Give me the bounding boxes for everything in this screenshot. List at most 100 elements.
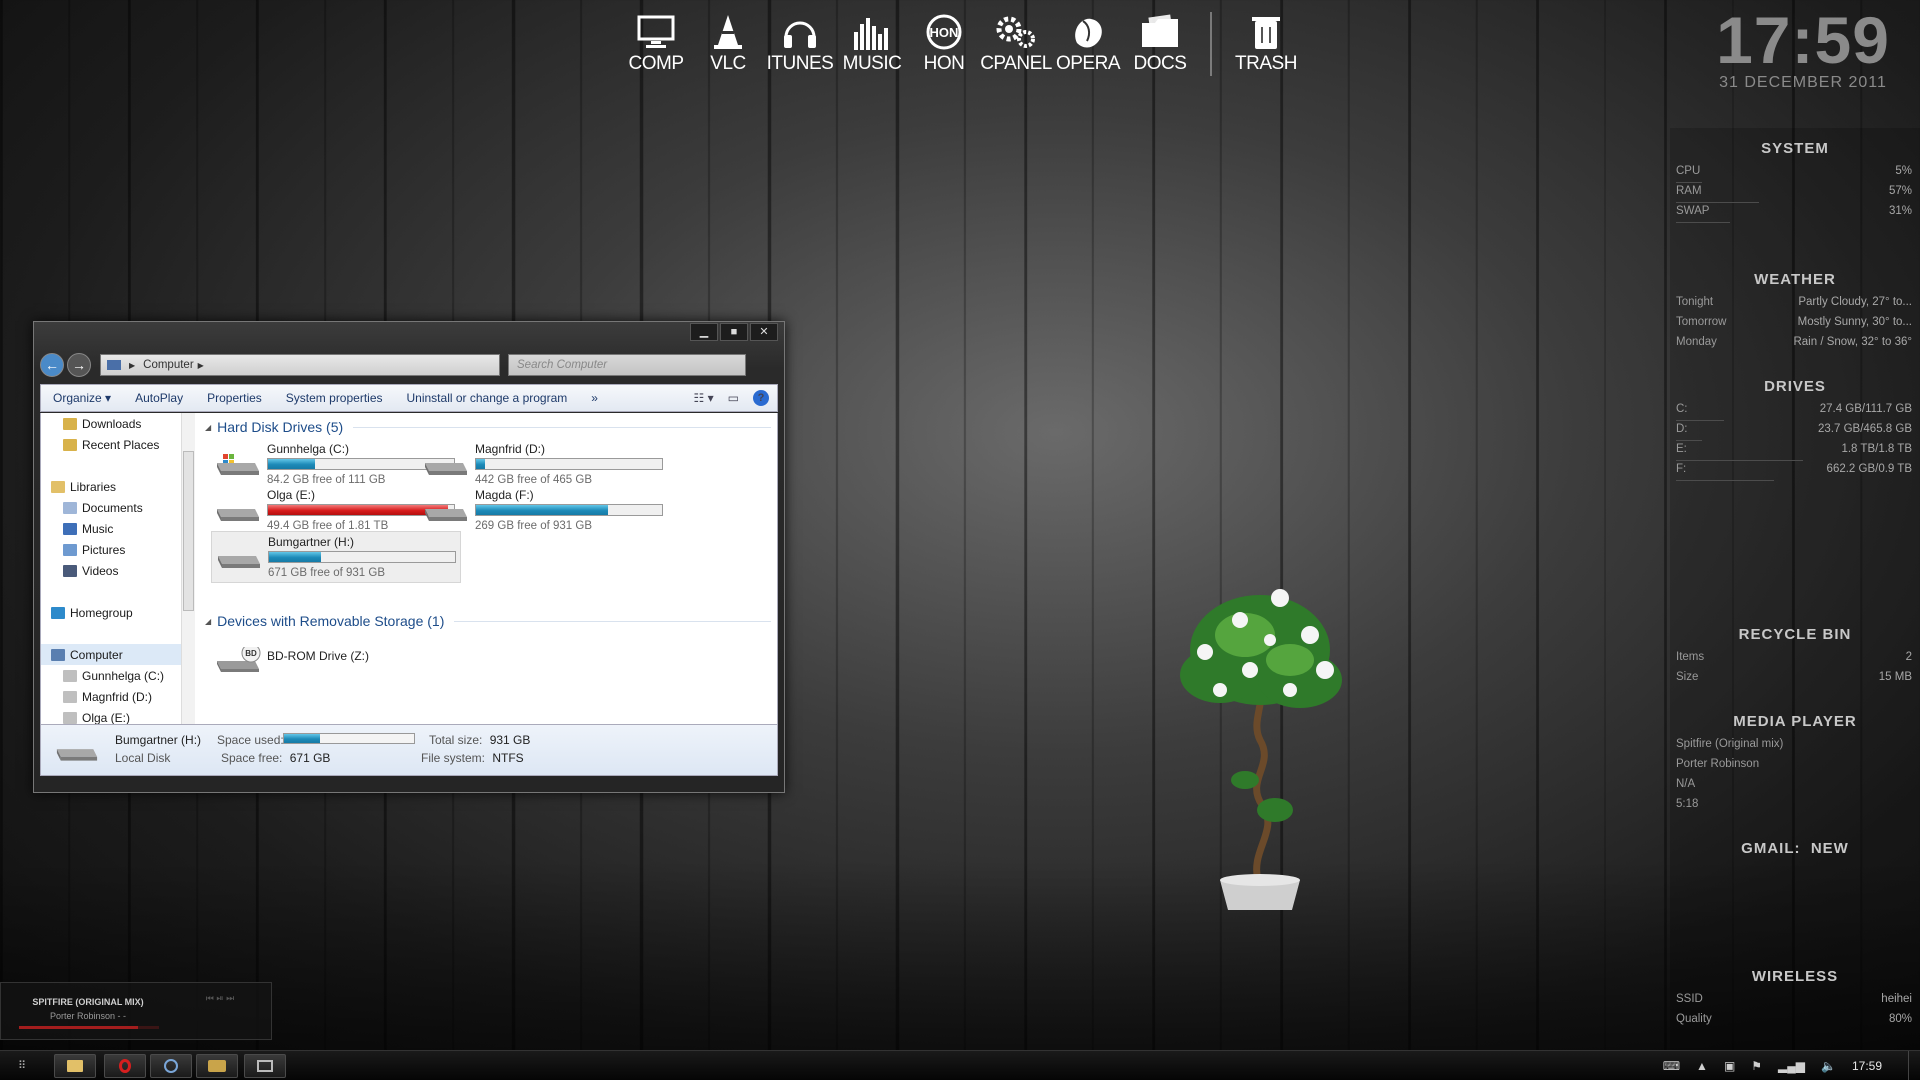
drive-tile[interactable]: Magnfrid (D:) 442 GB free of 465 GB (419, 439, 669, 491)
collapse-triangle-icon[interactable]: ◢ (205, 617, 211, 626)
collapse-triangle-icon[interactable]: ◢ (205, 423, 211, 432)
panel-row-value: heihei (1881, 993, 1912, 1005)
drive-usage-bar (268, 551, 456, 563)
forward-arrow-icon[interactable]: → (67, 353, 91, 377)
organize-menu[interactable]: Organize ▾ (41, 391, 123, 405)
nav-item-music[interactable]: Music (41, 518, 181, 539)
dock-opera[interactable]: OPERA (1052, 12, 1124, 75)
dock-cpanel[interactable]: CPANEL (980, 12, 1052, 75)
taskbar-hon-button[interactable] (196, 1054, 238, 1078)
hdd-group-header[interactable]: ◢ Hard Disk Drives (5) (203, 415, 777, 439)
opera-icon (1052, 12, 1124, 52)
drive-free-space: 269 GB free of 931 GB (475, 520, 592, 532)
nav-item-pictures[interactable]: Pictures (41, 539, 181, 560)
nav-item-documents[interactable]: Documents (41, 497, 181, 518)
taskbar-explorer-button[interactable] (54, 1054, 96, 1078)
keyboard-icon[interactable]: ⌨ (1663, 1059, 1680, 1073)
hard-drive-icon (425, 509, 467, 521)
breadcrumb-computer[interactable]: Computer (143, 359, 194, 371)
taskbar-app-button[interactable] (150, 1054, 192, 1078)
dock-hon[interactable]: HON HON (908, 12, 980, 75)
nav-item-icon (63, 543, 77, 556)
nav-item-libraries[interactable]: Libraries (41, 476, 181, 497)
drive-usage-fill (268, 459, 315, 469)
back-arrow-icon[interactable]: ← (40, 353, 64, 377)
panel-row-value: 31% (1888, 205, 1912, 217)
view-options-icon[interactable]: ☷ ▾ (694, 391, 714, 405)
close-button[interactable]: ✕ (750, 323, 778, 341)
maximize-button[interactable]: ■ (720, 323, 748, 341)
nav-item-homegroup[interactable]: Homegroup (41, 602, 181, 623)
drive-tile[interactable]: Magda (F:) 269 GB free of 931 GB (419, 485, 669, 537)
show-hidden-icons-arrow-icon[interactable]: ▲ (1696, 1059, 1708, 1073)
more-commands-button[interactable]: » (579, 391, 610, 405)
bd-rom-drive[interactable]: BD BD-ROM Drive (Z:) (211, 633, 461, 685)
bonsai-plant-image (1180, 589, 1342, 910)
mini-player-controls[interactable]: ⏮ ⏯ ⏭ (177, 993, 263, 1033)
dock-music[interactable]: MUSIC (836, 12, 908, 75)
nav-item-computer[interactable]: Computer (41, 644, 181, 665)
panel-row-meter (1676, 202, 1759, 203)
nav-item-gunnhelga-c[interactable]: Gunnhelga (C:) (41, 665, 181, 686)
autoplay-button[interactable]: AutoPlay (123, 391, 195, 405)
wood-floor (0, 860, 1920, 1050)
dock-vlc[interactable]: VLC (692, 12, 764, 75)
nav-scrollbar[interactable] (181, 413, 195, 724)
dock-itunes[interactable]: ITUNES (764, 12, 836, 75)
file-system-label: File system: (421, 751, 486, 765)
dock-trash[interactable]: TRASH (1230, 12, 1302, 75)
nav-item-icon (63, 669, 77, 682)
clock-time: 17:59 (1716, 3, 1890, 77)
nav-item-icon (63, 564, 77, 577)
window-titlebar[interactable]: ▁ ■ ✕ (34, 322, 784, 346)
dock-comp[interactable]: COMP (620, 12, 692, 75)
playback-controls-icon[interactable]: ⏮ ⏯ ⏭ (177, 993, 263, 1004)
nav-item-videos[interactable]: Videos (41, 560, 181, 581)
dock-separator (1210, 12, 1212, 76)
show-desktop-button[interactable] (1908, 1051, 1920, 1080)
dock-docs[interactable]: DOCS (1124, 12, 1196, 75)
taskbar-clock[interactable]: 17:59 (1852, 1059, 1882, 1073)
nav-item-icon (63, 417, 77, 430)
preview-pane-icon[interactable]: ▭ (728, 391, 739, 405)
properties-button[interactable]: Properties (195, 391, 274, 405)
breadcrumb-chevron-icon[interactable]: ▶ (129, 361, 135, 370)
volume-icon[interactable]: 🔈 (1821, 1059, 1836, 1073)
taskbar-opera-button[interactable] (104, 1054, 146, 1078)
nav-item-magnfrid-d[interactable]: Magnfrid (D:) (41, 686, 181, 707)
wifi-signal-icon[interactable]: ▂▄▆ (1778, 1059, 1805, 1073)
panel-row: Tonight Partly Cloudy, 27° to... (1670, 296, 1920, 316)
nav-item-label: Computer (70, 647, 123, 662)
start-button[interactable]: ⠿ (18, 1059, 26, 1072)
mini-media-player: SPITFIRE (ORIGINAL MIX) Porter Robinson … (0, 982, 272, 1040)
nav-item-downloads[interactable]: Downloads (41, 413, 181, 434)
nav-item-icon (63, 438, 77, 451)
mini-player-progress[interactable] (19, 1026, 159, 1029)
organize-label: Organize (53, 391, 102, 405)
action-center-flag-icon[interactable]: ⚑ (1751, 1059, 1762, 1073)
breadcrumb-chevron-icon[interactable]: ▶ (198, 361, 204, 370)
panel-row: D: 23.7 GB/465.8 GB (1670, 423, 1920, 443)
gmail-section: GMAIL: NEW (1670, 840, 1920, 865)
dock-label: COMP (628, 53, 685, 74)
clock-date: 31 DECEMBER 2011 (1719, 74, 1887, 91)
navigation-pane: Downloads Recent Places Libraries Documents… (41, 413, 181, 725)
minimize-button[interactable]: ▁ (690, 323, 718, 341)
taskbar-settings-button[interactable] (244, 1054, 286, 1078)
removable-group-header[interactable]: ◢ Devices with Removable Storage (1) (203, 609, 777, 633)
file-system-row: File system: NTFS (421, 751, 524, 765)
network-adapter-icon[interactable]: ▣ (1724, 1059, 1735, 1073)
search-input[interactable]: Search Computer (508, 354, 746, 376)
help-icon[interactable]: ? (753, 390, 769, 406)
nav-item-recent-places[interactable]: Recent Places (41, 434, 181, 455)
details-drive-name: Bumgartner (H:) (115, 733, 202, 747)
wireless-title: WIRELESS (1751, 968, 1839, 985)
scrollbar-thumb[interactable] (183, 451, 194, 611)
system-properties-button[interactable]: System properties (274, 391, 395, 405)
drive-tile[interactable]: Bumgartner (H:) 671 GB free of 931 GB (211, 531, 461, 583)
address-bar[interactable]: ▶ Computer ▶ (100, 354, 500, 376)
uninstall-button[interactable]: Uninstall or change a program (395, 391, 580, 405)
file-system-value: NTFS (492, 751, 524, 765)
media-line: 5:18 (1670, 798, 1920, 818)
nav-item-label: Pictures (82, 542, 126, 557)
